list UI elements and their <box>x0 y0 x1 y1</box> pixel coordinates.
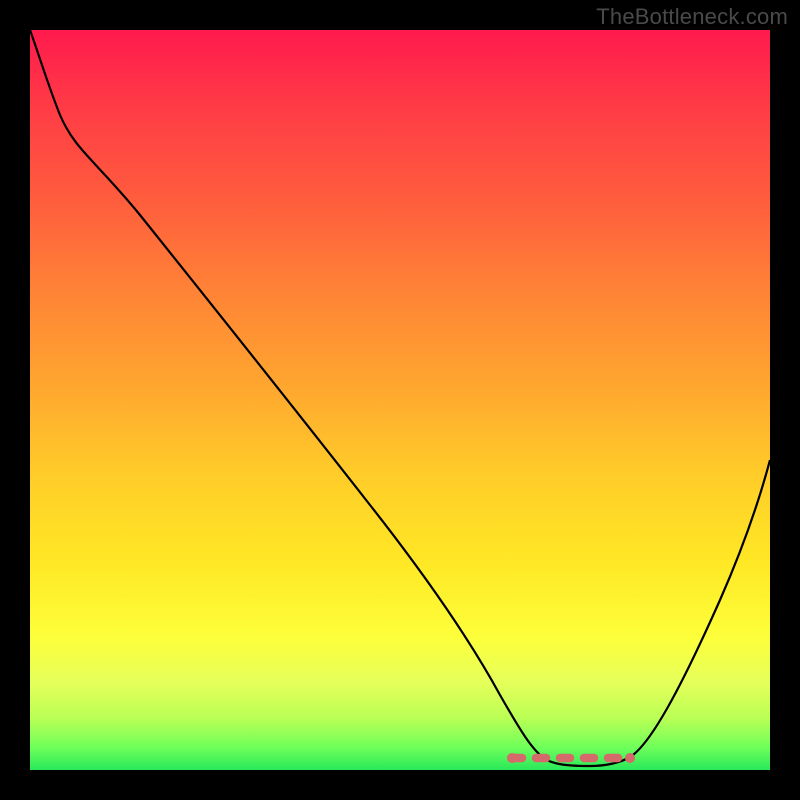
valley-accent-left-dot <box>507 753 517 763</box>
watermark-text: TheBottleneck.com <box>596 4 788 30</box>
bottleneck-curve <box>30 30 770 766</box>
plot-area <box>30 30 770 770</box>
valley-accent-right-dot <box>625 753 635 763</box>
chart-frame: TheBottleneck.com <box>0 0 800 800</box>
chart-overlay <box>30 30 770 770</box>
